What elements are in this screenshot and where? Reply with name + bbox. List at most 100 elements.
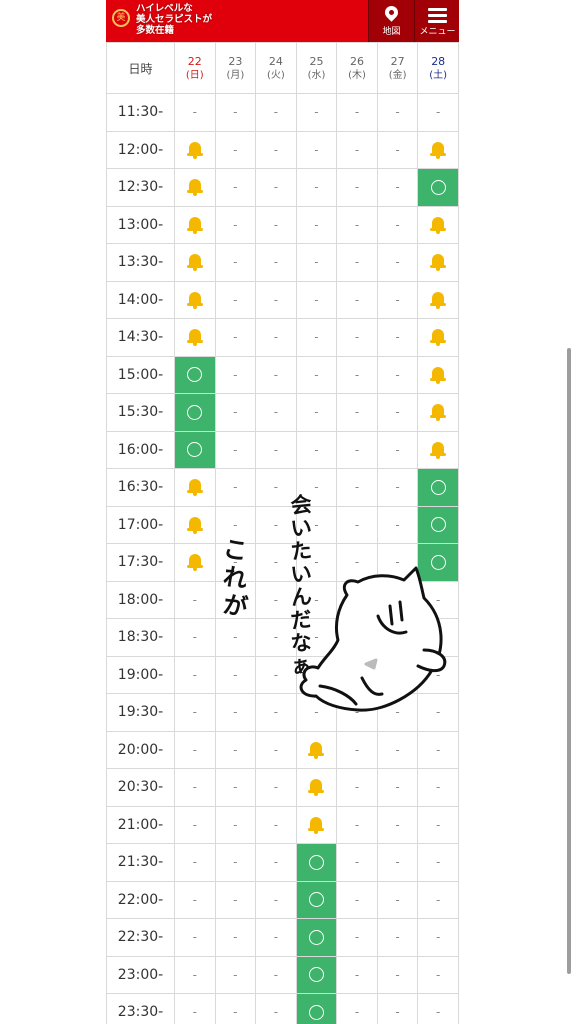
day-header-22: 22 (日)	[174, 42, 216, 94]
day-number: 23	[228, 54, 243, 68]
slot-unavailable: -	[417, 918, 459, 957]
slot-unavailable: -	[214, 955, 257, 994]
slot-unavailable: -	[336, 880, 378, 919]
slot-unavailable: -	[174, 843, 216, 882]
slot-available[interactable]	[174, 355, 216, 394]
slot-call[interactable]	[417, 430, 459, 469]
map-pin-icon	[382, 3, 401, 22]
slot-unavailable: -	[214, 130, 257, 169]
day-number: 22	[187, 54, 202, 68]
bell-icon	[186, 141, 203, 159]
day-number: 27	[390, 54, 405, 68]
slot-unavailable: -	[255, 843, 297, 882]
slot-unavailable: -	[255, 918, 297, 957]
day-weekday: (木)	[348, 69, 366, 81]
slot-unavailable: -	[376, 918, 419, 957]
slot-unavailable: -	[295, 243, 338, 282]
sticker-text-left: これが	[221, 534, 249, 622]
time-label: 13:00-	[106, 205, 175, 244]
slot-unavailable: -	[376, 393, 419, 432]
slot-call[interactable]	[174, 205, 216, 244]
time-label: 12:30-	[106, 168, 175, 207]
slot-unavailable: -	[417, 843, 459, 882]
slot-unavailable: -	[255, 393, 297, 432]
slot-available[interactable]	[295, 993, 338, 1024]
slot-available[interactable]	[295, 955, 338, 994]
time-row: 15:30- - - - - -	[106, 393, 459, 432]
slot-available[interactable]	[295, 880, 338, 919]
slot-unavailable: -	[214, 168, 257, 207]
slot-unavailable: -	[336, 318, 378, 357]
day-header-26: 26 (木)	[336, 42, 378, 94]
map-button[interactable]: 地図	[368, 0, 414, 42]
slot-call[interactable]	[417, 205, 459, 244]
menu-button[interactable]: メニュー	[414, 0, 459, 42]
circle-icon	[187, 442, 203, 458]
slot-unavailable: -	[376, 130, 419, 169]
slot-unavailable: -	[174, 693, 216, 732]
bell-icon	[186, 328, 203, 347]
day-header-23: 23 (月)	[214, 42, 257, 94]
cat-sticker: これが 会いたいんだなぁ	[221, 492, 447, 712]
slot-unavailable: -	[214, 993, 257, 1024]
slot-call[interactable]	[174, 280, 216, 319]
time-row: 23:30- - - - - - -	[106, 993, 459, 1024]
bell-icon	[430, 141, 447, 159]
slot-call[interactable]	[417, 243, 459, 282]
day-weekday: (日)	[185, 69, 204, 81]
slot-unavailable: -	[255, 430, 297, 469]
slot-call[interactable]	[417, 318, 459, 357]
slot-call[interactable]	[174, 168, 216, 207]
slot-available[interactable]	[295, 843, 338, 882]
slot-call[interactable]	[417, 355, 459, 394]
day-weekday: (水)	[307, 69, 326, 81]
circle-icon	[308, 892, 324, 908]
circle-icon	[308, 1004, 324, 1020]
slot-call[interactable]	[174, 468, 216, 507]
bell-icon	[308, 741, 325, 759]
time-label: 20:00-	[106, 730, 175, 769]
slot-unavailable: -	[295, 430, 338, 469]
time-label: 23:00-	[106, 955, 175, 994]
day-header-25: 25 (水)	[295, 42, 338, 94]
site-logo[interactable]: 美 ハイレベルな 美人セラピストが 多数在籍	[110, 3, 365, 39]
slot-available[interactable]	[174, 430, 216, 469]
slot-call[interactable]	[174, 243, 216, 282]
scrollbar[interactable]	[567, 348, 571, 974]
slot-available[interactable]	[174, 393, 216, 432]
bell-icon	[186, 178, 203, 197]
slot-unavailable: -	[255, 805, 297, 844]
slot-available[interactable]	[417, 168, 459, 207]
slot-call[interactable]	[417, 280, 459, 319]
slot-unavailable: -	[336, 768, 378, 807]
slot-call[interactable]	[174, 130, 216, 169]
time-label: 16:30-	[106, 468, 175, 507]
slot-unavailable: -	[214, 918, 257, 957]
circle-icon	[430, 179, 446, 195]
map-button-label: 地図	[382, 27, 401, 37]
bell-icon	[430, 441, 447, 459]
slot-unavailable: -	[295, 93, 338, 132]
slot-unavailable: -	[417, 955, 459, 994]
slot-available[interactable]	[295, 918, 338, 957]
day-header-28: 28 (土)	[417, 42, 459, 94]
slot-call[interactable]	[295, 805, 338, 844]
slot-unavailable: -	[295, 355, 338, 394]
slot-call[interactable]	[295, 768, 338, 807]
slot-call[interactable]	[174, 318, 216, 357]
slot-unavailable: -	[376, 993, 419, 1024]
slot-unavailable: -	[255, 93, 297, 132]
slot-call[interactable]	[417, 393, 459, 432]
time-label: 21:00-	[106, 805, 175, 844]
slot-call[interactable]	[174, 543, 216, 582]
slot-unavailable: -	[174, 655, 216, 694]
slot-unavailable: -	[336, 168, 378, 207]
day-number: 24	[268, 54, 283, 68]
slot-unavailable: -	[255, 168, 297, 207]
slot-call[interactable]	[417, 130, 459, 169]
circle-icon	[308, 929, 324, 945]
day-number: 28	[431, 54, 446, 68]
time-label: 14:30-	[106, 318, 175, 357]
time-label: 21:30-	[106, 843, 175, 882]
slot-call[interactable]	[174, 505, 216, 544]
